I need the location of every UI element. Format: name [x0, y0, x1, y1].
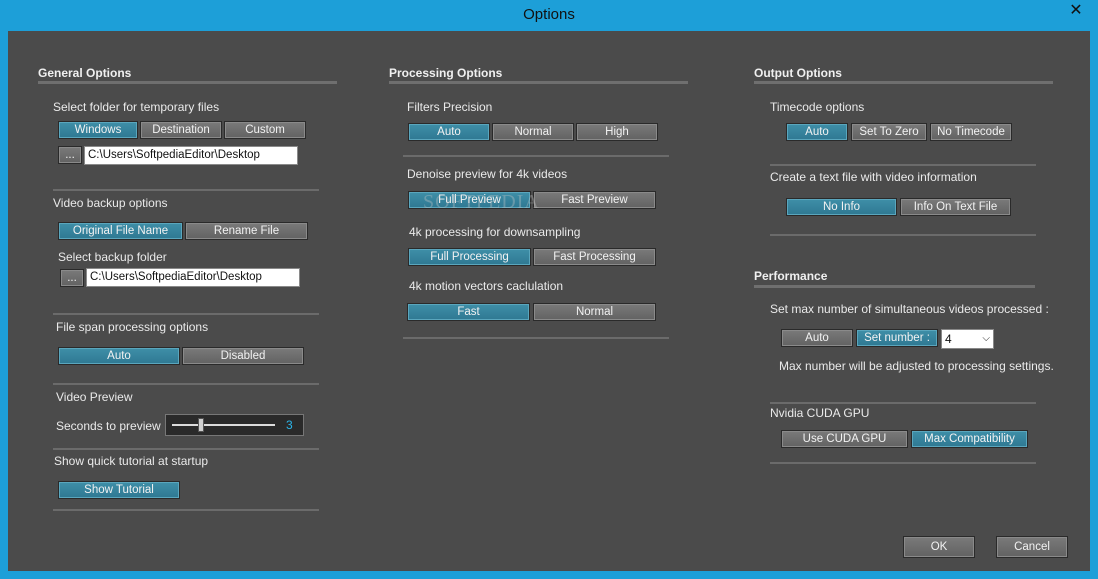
section-divider: [403, 155, 669, 157]
backup-rename-button[interactable]: Rename File: [185, 222, 308, 240]
section-divider: [53, 189, 319, 191]
set-number-button[interactable]: Set number :: [856, 329, 938, 347]
close-icon[interactable]: ✕: [1060, 0, 1092, 22]
text-file-label: Create a text file with video informatio…: [770, 170, 977, 184]
section-divider: [770, 164, 1036, 166]
performance-header-divider: [754, 285, 1035, 288]
temp-folder-label: Select folder for temporary files: [53, 100, 220, 114]
denoise-label: Denoise preview for 4k videos: [407, 167, 568, 181]
show-tutorial-button[interactable]: Show Tutorial: [58, 481, 180, 499]
section-divider: [770, 402, 1036, 404]
options-panel: General Options Select folder for tempor…: [8, 31, 1090, 571]
filters-precision-label: Filters Precision: [407, 100, 493, 114]
section-divider: [53, 383, 319, 385]
timecode-label: Timecode options: [770, 100, 865, 114]
section-divider: [53, 448, 319, 450]
general-options-header: General Options: [38, 66, 132, 80]
general-header-divider: [38, 81, 337, 84]
filters-auto-button[interactable]: Auto: [408, 123, 490, 141]
output-options-header: Output Options: [754, 66, 842, 80]
max-number-note: Max number will be adjusted to processin…: [779, 359, 1054, 373]
options-window: Options ✕ General Options Select folder …: [0, 0, 1098, 579]
seconds-to-preview-label: Seconds to preview: [56, 419, 161, 433]
motion-normal-button[interactable]: Normal: [533, 303, 656, 321]
section-divider: [403, 337, 669, 339]
backup-folder-label: Select backup folder: [58, 250, 167, 264]
temp-windows-button[interactable]: Windows: [58, 121, 138, 139]
max-compatibility-button[interactable]: Max Compatibility: [911, 430, 1028, 448]
backup-options-label: Video backup options: [53, 196, 168, 210]
motion-vectors-label: 4k motion vectors caclulation: [409, 279, 564, 293]
cancel-button[interactable]: Cancel: [996, 536, 1068, 558]
cuda-label: Nvidia CUDA GPU: [770, 406, 870, 420]
downsample-fast-button[interactable]: Fast Processing: [533, 248, 656, 266]
temp-custom-button[interactable]: Custom: [224, 121, 306, 139]
max-videos-label: Set max number of simultaneous videos pr…: [770, 302, 1049, 316]
section-divider: [770, 462, 1036, 464]
max-auto-button[interactable]: Auto: [781, 329, 853, 347]
timecode-set-zero-button[interactable]: Set To Zero: [851, 123, 927, 141]
info-text-file-button[interactable]: Info On Text File: [900, 198, 1011, 216]
backup-path-field[interactable]: C:\Users\SoftpediaEditor\Desktop: [86, 268, 300, 287]
softpedia-watermark: SOFTPEDIA: [423, 191, 540, 213]
downsample-full-button[interactable]: Full Processing: [408, 248, 531, 266]
section-divider: [53, 313, 319, 315]
output-header-divider: [754, 81, 1053, 84]
backup-original-name-button[interactable]: Original File Name: [58, 222, 183, 240]
filespan-label: File span processing options: [56, 320, 209, 334]
section-divider: [53, 509, 319, 511]
timecode-auto-button[interactable]: Auto: [786, 123, 848, 141]
filespan-disabled-button[interactable]: Disabled: [182, 347, 304, 365]
ok-button[interactable]: OK: [903, 536, 975, 558]
filters-normal-button[interactable]: Normal: [492, 123, 574, 141]
seconds-slider[interactable]: 3: [165, 414, 304, 436]
no-info-button[interactable]: No Info: [786, 198, 897, 216]
tutorial-label: Show quick tutorial at startup: [54, 454, 209, 468]
motion-fast-button[interactable]: Fast: [407, 303, 530, 321]
chevron-down-icon[interactable]: ⌵: [982, 330, 990, 348]
use-cuda-button[interactable]: Use CUDA GPU: [781, 430, 908, 448]
slider-track: [172, 424, 275, 426]
processing-header-divider: [389, 81, 688, 84]
section-divider: [770, 234, 1036, 236]
max-number-value: 4: [945, 332, 952, 346]
filters-high-button[interactable]: High: [576, 123, 658, 141]
temp-browse-button[interactable]: ...: [58, 146, 82, 164]
downsampling-label: 4k processing for downsampling: [409, 225, 581, 239]
timecode-none-button[interactable]: No Timecode: [930, 123, 1012, 141]
denoise-fast-preview-button[interactable]: Fast Preview: [533, 191, 656, 209]
title-bar: Options ✕: [0, 0, 1098, 30]
slider-thumb[interactable]: [198, 418, 204, 432]
processing-options-header: Processing Options: [389, 66, 503, 80]
max-number-select[interactable]: 4 ⌵: [941, 329, 994, 349]
seconds-value: 3: [286, 418, 293, 432]
video-preview-label: Video Preview: [56, 390, 133, 404]
window-title: Options: [523, 6, 575, 23]
temp-destination-button[interactable]: Destination: [140, 121, 222, 139]
performance-header: Performance: [754, 269, 828, 283]
temp-path-field[interactable]: C:\Users\SoftpediaEditor\Desktop: [84, 146, 298, 165]
filespan-auto-button[interactable]: Auto: [58, 347, 180, 365]
backup-browse-button[interactable]: ...: [60, 269, 84, 287]
